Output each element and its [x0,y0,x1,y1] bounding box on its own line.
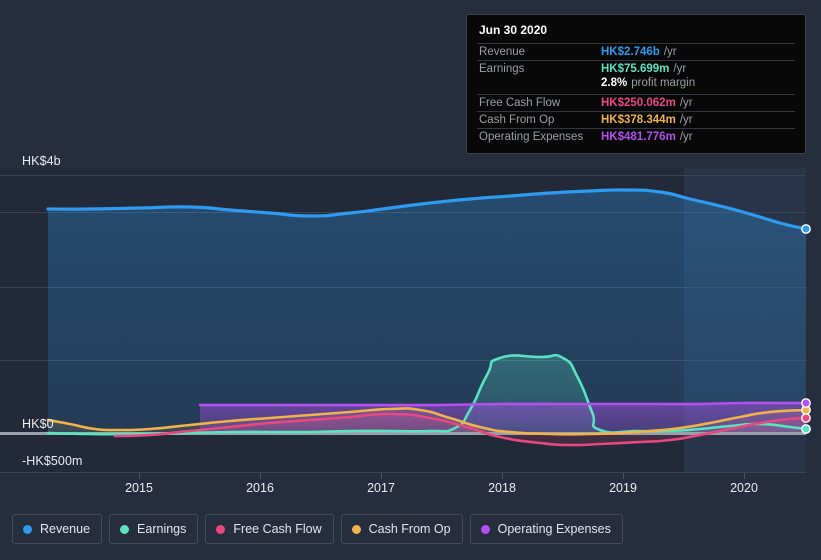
legend-item-earnings[interactable]: Earnings [109,514,199,544]
x-axis-label: 2018 [488,481,516,495]
legend-item-cash-from-op[interactable]: Cash From Op [340,514,463,544]
legend-item-revenue[interactable]: Revenue [12,514,103,544]
tooltip-profit-margin-label: profit margin [631,77,696,89]
tooltip-row-value: HK$378.344m [601,114,676,126]
tooltip-row: Cash From Op HK$378.344m/yr [477,111,795,128]
tooltip-row-unit: /yr [679,97,693,109]
legend-color-dot-icon [351,524,361,534]
tooltip-row-unit: /yr [679,131,693,143]
x-axis-label: 2017 [367,481,395,495]
tooltip-row-label: Earnings [479,63,525,75]
tooltip-row: Free Cash Flow HK$250.062m/yr [477,94,795,111]
tooltip-row-value: HK$481.776m [601,131,676,143]
endpoint-revenue [801,224,811,234]
legend-color-dot-icon [480,524,490,534]
endpoint-earnings [801,424,811,434]
tooltip-row-value: HK$250.062m [601,97,676,109]
tooltip-row-unit: /yr [679,114,693,126]
chart-legend[interactable]: Revenue Earnings Free Cash Flow Cash From O… [12,514,623,544]
tooltip-row-unit: /yr [663,46,677,58]
endpoint-free-cash-flow [801,413,811,423]
legend-item-free-cash-flow[interactable]: Free Cash Flow [205,514,334,544]
tooltip-row-value: HK$75.699m [601,63,670,75]
tooltip-row-label: Cash From Op [479,114,555,126]
tooltip-row-label: Revenue [479,46,526,58]
legend-item-operating-expenses[interactable]: Operating Expenses [469,514,623,544]
x-axis-ticks [139,473,745,479]
legend-item-label: Free Cash Flow [233,522,322,536]
legend-item-label: Operating Expenses [497,522,611,536]
tooltip-profit-margin-row: 2.8% profit margin [477,77,795,94]
tooltip-row-label: Operating Expenses [479,131,584,143]
data-tooltip: Jun 30 2020 Revenue HK$2.746b/yr Earnings H… [466,14,806,154]
legend-color-dot-icon [120,524,130,534]
x-axis-label: 2015 [125,481,153,495]
legend-color-dot-icon [216,524,226,534]
y-axis-label: HK$4b [22,154,61,168]
y-axis-label: -HK$500m [22,454,83,468]
legend-item-label: Cash From Op [368,522,451,536]
tooltip-row-label: Free Cash Flow [479,97,561,109]
tooltip-row-unit: /yr [673,63,687,75]
tooltip-profit-margin-value: 2.8% [601,77,628,89]
x-axis-label: 2019 [609,481,637,495]
x-axis-label: 2020 [730,481,758,495]
legend-item-label: Revenue [40,522,91,536]
tooltip-row-value: HK$2.746b [601,46,660,58]
tooltip-row: Operating Expenses HK$481.776m/yr [477,128,795,145]
tooltip-row: Earnings HK$75.699m/yr [477,60,795,77]
legend-item-label: Earnings [137,522,187,536]
endpoint-operating-expenses [801,398,811,408]
tooltip-row: Revenue HK$2.746b/yr [477,43,795,60]
chart-page: HK$4b HK$0 -HK$500m 2015 2016 2017 2018 2019 20… [0,0,821,560]
area-revenue [48,189,806,433]
x-axis-label: 2016 [246,481,274,495]
legend-color-dot-icon [23,524,32,534]
tooltip-date: Jun 30 2020 [479,23,548,37]
y-axis-label: HK$0 [22,417,54,431]
